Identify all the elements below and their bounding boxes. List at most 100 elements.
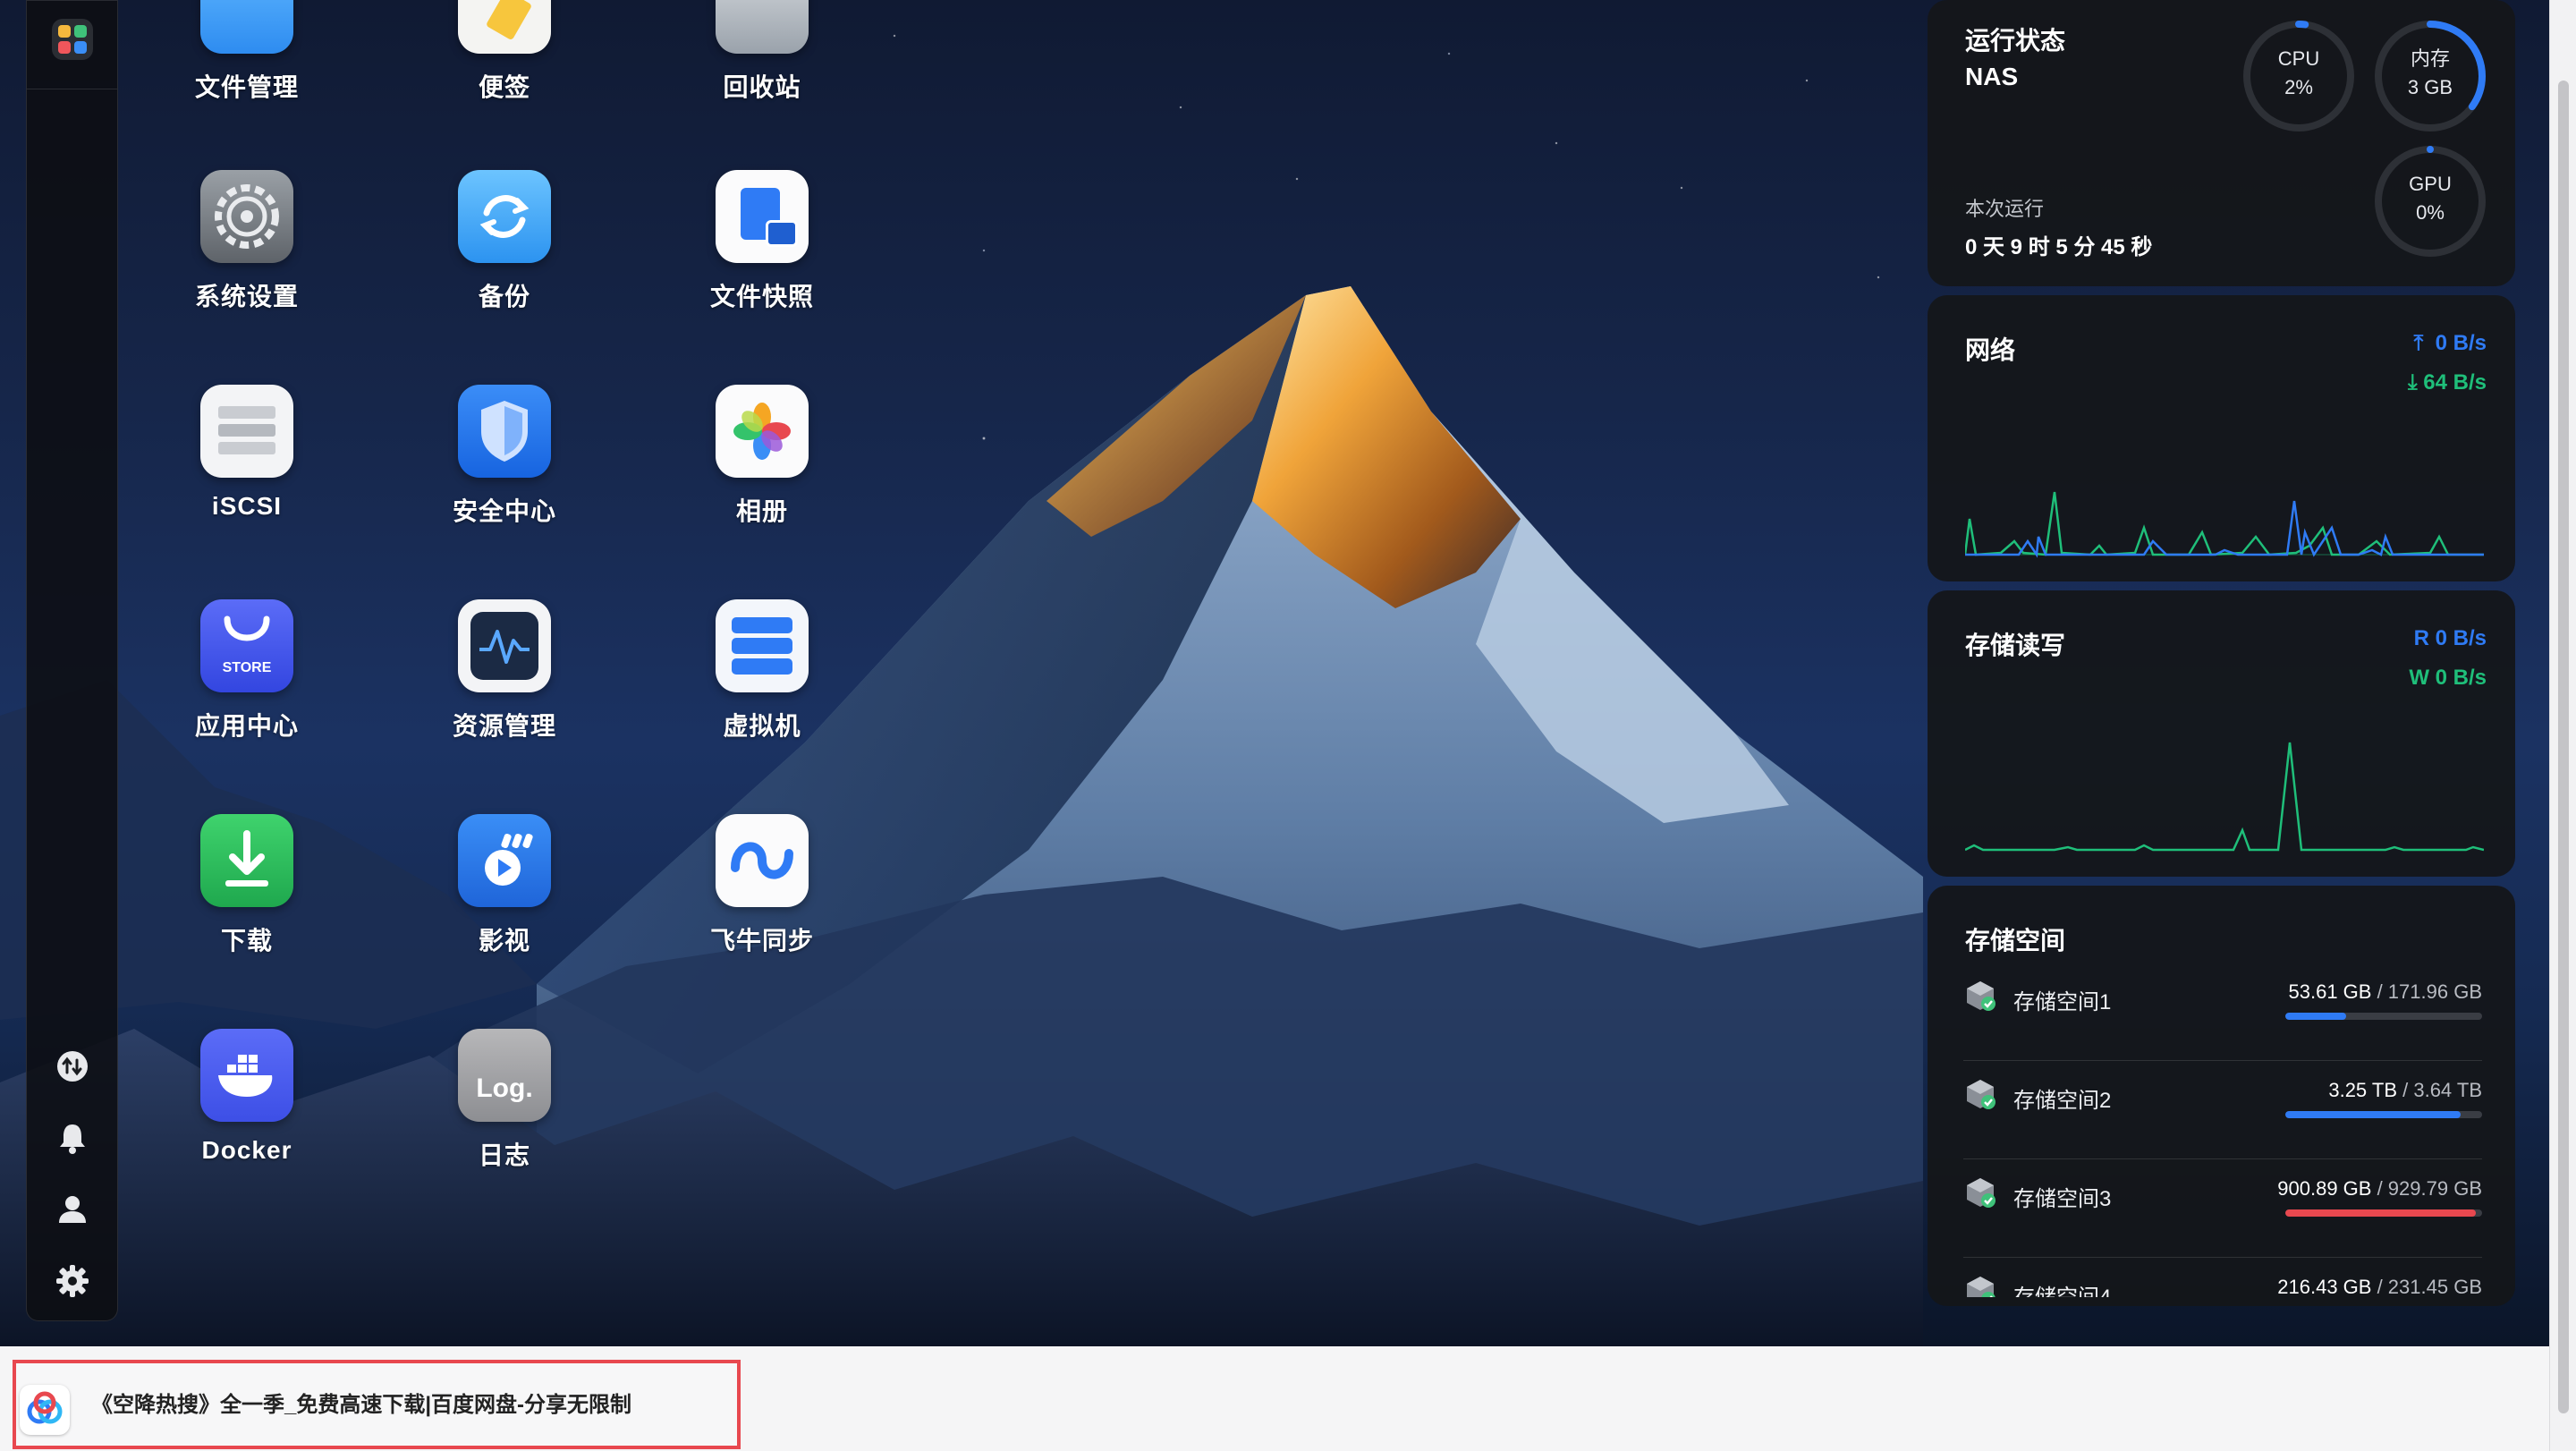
cpu-name: CPU (2277, 47, 2320, 70)
video-icon (458, 814, 551, 907)
storage-pool-usage: 3.25 TB / 3.64 TB (2328, 1079, 2482, 1102)
app-security-center[interactable]: 安全中心 (419, 385, 589, 528)
app-system-settings[interactable]: 系统设置 (162, 170, 332, 313)
app-file-snapshot[interactable]: 文件快照 (677, 170, 847, 313)
app-label: iSCSI (211, 492, 283, 520)
status-title: 运行状态 (1965, 27, 2066, 55)
desktop: 文件管理 便签 回收站 系统设置 备份 文件快照 iSCSI 安全中心 相册 S… (0, 0, 2549, 1346)
backup-icon (458, 170, 551, 263)
storage-pool-name: 存储空间4 (2013, 1279, 2111, 1297)
row-divider (1963, 1257, 2482, 1258)
storage-pool-name: 存储空间1 (2013, 990, 2112, 1014)
app-iscsi[interactable]: iSCSI (162, 385, 332, 521)
note-icon (458, 0, 551, 54)
storage-list: 存储空间1 53.61 GB / 171.96 GB 存储空间2 3.25 TB / … (1928, 972, 2515, 1297)
bottom-bar: 《空降热搜》全一季_免费高速下载|百度网盘-分享无限制 (0, 1346, 2549, 1451)
store-badge-text: STORE (222, 660, 272, 675)
host-name: NAS (1965, 63, 2019, 90)
app-label: 便签 (478, 73, 530, 101)
log-badge-text: Log. (476, 1073, 533, 1103)
network-graph (1965, 491, 2484, 558)
server-icon (200, 385, 293, 478)
app-photos[interactable]: 相册 (677, 385, 847, 528)
app-download[interactable]: 下载 (162, 814, 332, 957)
storage-usage-bar (2285, 1013, 2482, 1020)
user-icon[interactable] (54, 1191, 91, 1228)
app-trash[interactable]: 回收站 (677, 0, 847, 104)
disk-io-card: 存储读写 R 0 B/s W 0 B/s (1928, 590, 2515, 877)
app-video[interactable]: 影视 (419, 814, 589, 957)
sync-icon (716, 814, 809, 907)
app-logs[interactable]: Log. 日志 (419, 1029, 589, 1172)
storage-usage-fill (2285, 1111, 2461, 1118)
storage-pool-row[interactable]: 存储空间2 3.25 TB / 3.64 TB (1963, 1070, 2482, 1159)
photos-icon (716, 385, 809, 478)
app-label: 文件管理 (194, 73, 299, 101)
log-icon: Log. (458, 1029, 551, 1122)
disk-io-title: 存储读写 (1965, 632, 2066, 659)
disk-write-speed: W 0 B/s (2409, 666, 2487, 690)
store-icon: STORE (200, 599, 293, 692)
cpu-value: 2% (2284, 76, 2313, 98)
app-fn-sync[interactable]: 飞牛同步 (677, 814, 847, 957)
storage-usage-bar (2285, 1111, 2482, 1118)
app-file-manager[interactable]: 文件管理 (162, 0, 332, 104)
uptime-label: 本次运行 (1965, 198, 2045, 220)
storage-pool-row[interactable]: 存储空间4 216.43 GB / 231.45 GB (1963, 1267, 2482, 1297)
app-virtual-machine[interactable]: 虚拟机 (677, 599, 847, 742)
app-label: 下载 (220, 927, 273, 955)
app-label: 影视 (478, 927, 530, 955)
storage-pool-row[interactable]: 存储空间1 53.61 GB / 171.96 GB (1963, 972, 2482, 1061)
disk-io-graph (1965, 742, 2484, 852)
notification-toast[interactable]: 《空降热搜》全一季_免费高速下载|百度网盘-分享无限制 (13, 1360, 741, 1449)
storage-pool-icon (1967, 1178, 1996, 1208)
network-card: 网络 ⤒ 0 B/s ⤓ 64 B/s (1928, 295, 2515, 581)
shield-icon (458, 385, 551, 478)
storage-pool-usage: 216.43 GB / 231.45 GB (2277, 1276, 2482, 1297)
app-label: 文件快照 (709, 283, 814, 310)
app-notes[interactable]: 便签 (419, 0, 589, 104)
snapshot-icon (716, 170, 809, 263)
scrollbar-thumb[interactable] (2558, 81, 2569, 1413)
mem-value: 3 GB (2407, 76, 2453, 98)
row-divider (1963, 1060, 2482, 1061)
storage-used: 900.89 GB (2277, 1177, 2372, 1200)
settings-icon[interactable] (54, 1262, 91, 1300)
status-card: 运行状态 NAS 本次运行 0 天 9 时 5 分 45 秒 CPU 2% 内存… (1928, 0, 2515, 286)
app-backup[interactable]: 备份 (419, 170, 589, 313)
docker-icon (200, 1029, 293, 1122)
storage-used: 53.61 GB (2288, 980, 2372, 1003)
app-grid-icon[interactable] (52, 19, 93, 60)
network-down: ⤓ 64 B/s (2408, 370, 2487, 395)
app-label: 相册 (735, 497, 788, 525)
download-icon (200, 814, 293, 907)
storage-total: / 3.64 TB (2402, 1079, 2482, 1101)
storage-usage-fill (2285, 1209, 2477, 1217)
gpu-value: 0% (2416, 201, 2445, 224)
storage-total: / 171.96 GB (2377, 980, 2482, 1003)
storage-pool-icon (1967, 1277, 1996, 1297)
app-label: 应用中心 (194, 712, 299, 740)
storage-pool-row[interactable]: 存储空间3 900.89 GB / 929.79 GB (1963, 1168, 2482, 1258)
upload-arrow-icon: ⤒ (2413, 331, 2424, 355)
uptime-value: 0 天 9 时 5 分 45 秒 (1965, 235, 2153, 259)
mem-ring-label: 内存 3 GB (2372, 45, 2488, 102)
storage-pool-icon (1967, 981, 1996, 1011)
monitor-icon (458, 599, 551, 692)
app-docker[interactable]: Docker (162, 1029, 332, 1165)
folder-icon (200, 0, 293, 54)
app-resource-monitor[interactable]: 资源管理 (419, 599, 589, 742)
storage-pool-name: 存储空间2 (2013, 1089, 2112, 1113)
app-label: 资源管理 (452, 712, 556, 740)
app-label: Docker (201, 1136, 292, 1164)
app-store[interactable]: STORE 应用中心 (162, 599, 332, 742)
storage-pool-usage: 53.61 GB / 171.96 GB (2289, 980, 2483, 1004)
row-divider (1963, 1158, 2482, 1159)
scrollbar[interactable] (2549, 0, 2576, 1451)
download-speed: 64 B/s (2423, 370, 2487, 395)
bell-icon[interactable] (54, 1119, 91, 1157)
vm-icon (716, 599, 809, 692)
update-icon[interactable] (54, 1048, 91, 1085)
app-label: 虚拟机 (723, 712, 801, 740)
network-up: ⤒ 0 B/s (2414, 331, 2487, 356)
